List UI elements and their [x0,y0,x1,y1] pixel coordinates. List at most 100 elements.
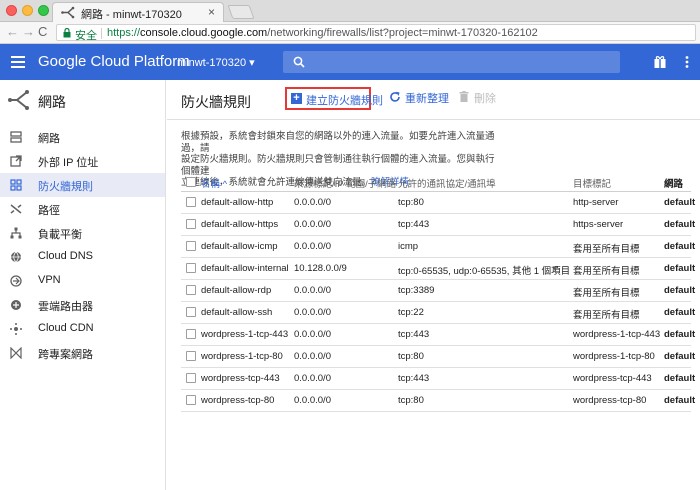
rule-network[interactable]: default [664,351,695,362]
table-row[interactable]: default-allow-ssh 0.0.0.0/0 tcp:22 套用至所有目標 d… [181,302,695,324]
rule-name[interactable]: wordpress-1-tcp-80 [201,351,283,362]
row-checkbox[interactable] [186,329,196,339]
back-icon[interactable]: ← [6,25,19,39]
close-tab-icon[interactable]: × [208,5,215,19]
rule-name[interactable]: wordpress-1-tcp-443 [201,329,288,340]
rule-target: wordpress-tcp-443 [573,373,652,384]
rule-name[interactable]: default-allow-internal [201,263,289,274]
sidebar-item-label: 路徑 [38,205,60,217]
rule-network[interactable]: default [664,329,695,340]
load-balancing-icon [10,227,22,239]
gift-icon[interactable] [653,55,667,69]
sidebar-item-cloud-router[interactable]: 雲端路由器 [0,293,165,317]
table-row[interactable]: wordpress-1-tcp-443 0.0.0.0/0 tcp:443 wordp… [181,324,695,346]
table-row[interactable]: default-allow-internal 10.128.0.0/9 tcp:0-… [181,258,695,280]
row-checkbox[interactable] [186,351,196,361]
rule-network[interactable]: default [664,241,695,252]
sidebar-item-vpn[interactable]: VPN [0,269,165,293]
table-row[interactable]: wordpress-tcp-80 0.0.0.0/0 tcp:80 wordpress… [181,390,695,412]
project-selector[interactable]: minwt-170320 ▾ [177,56,255,69]
rule-name[interactable]: default-allow-https [201,219,278,230]
maximize-window-button[interactable] [38,5,49,16]
sidebar-item-networks[interactable]: 網路 [0,125,165,149]
secure-label: 安全 [75,30,97,42]
sidebar-item-external-ip[interactable]: 外部 IP 位址 [0,149,165,173]
sidebar-item-cloud-cdn[interactable]: Cloud CDN [0,317,165,341]
table-row[interactable]: default-allow-https 0.0.0.0/0 tcp:443 https… [181,214,695,236]
sidebar-item-cloud-dns[interactable]: Cloud DNS [0,245,165,269]
row-checkbox[interactable] [186,307,196,317]
tab-title: 網路 - minwt-170320 [81,9,182,21]
rule-source: 0.0.0.0/0 [294,197,331,208]
row-checkbox[interactable] [186,395,196,405]
rule-target: 套用至所有目標 [573,244,640,255]
create-firewall-rule-label: 建立防火牆規則 [306,95,383,107]
forward-icon[interactable]: → [22,25,35,39]
sidebar-item-label: 雲端路由器 [38,301,93,313]
row-checkbox[interactable] [186,285,196,295]
new-tab-button[interactable] [227,5,255,19]
close-window-button[interactable] [6,5,17,16]
table-row[interactable]: wordpress-1-tcp-80 0.0.0.0/0 tcp:80 wordpre… [181,346,695,368]
table-row[interactable]: default-allow-rdp 0.0.0.0/0 tcp:3389 套用至所有目… [181,280,695,302]
rule-target: http-server [573,197,619,208]
sidebar-item-firewall[interactable]: 防火牆規則 [0,173,165,197]
row-checkbox[interactable] [186,219,196,229]
search-input[interactable] [283,51,620,73]
row-checkbox[interactable] [186,241,196,251]
lock-icon [63,28,71,38]
sidebar-item-label: 負載平衡 [38,229,82,241]
column-header-network: 網路 [664,179,684,190]
select-all-checkbox[interactable] [186,177,196,187]
refresh-label: 重新整理 [405,93,449,105]
rule-name[interactable]: wordpress-tcp-443 [201,373,280,384]
minimize-window-button[interactable] [22,5,33,16]
reload-icon[interactable]: C [38,25,47,39]
rule-network[interactable]: default [664,263,695,274]
url-text: https://console.cloud.google.com/network… [107,27,538,39]
more-vert-icon[interactable] [680,55,694,69]
rule-network[interactable]: default [664,219,695,230]
cdn-icon [10,323,22,335]
sidebar-item-routes[interactable]: 路徑 [0,197,165,221]
rule-name[interactable]: default-allow-ssh [201,307,272,318]
table-row[interactable]: default-allow-http 0.0.0.0/0 tcp:80 http-se… [181,192,695,214]
row-checkbox[interactable] [186,373,196,383]
menu-icon[interactable] [11,56,25,68]
rule-network[interactable]: default [664,285,695,296]
table-row[interactable]: default-allow-icmp 0.0.0.0/0 icmp 套用至所有目標 de… [181,236,695,258]
url-input[interactable]: 安全 https://console.cloud.google.com/netw… [56,24,696,42]
refresh-icon [390,91,400,102]
create-firewall-rule-button[interactable]: + 建立防火牆規則 [285,87,383,110]
expand-dropdown-icon[interactable]: ▼ [551,264,559,273]
rule-source: 10.128.0.0/9 [294,263,347,274]
table-row[interactable]: wordpress-tcp-443 0.0.0.0/0 tcp:443 wordpre… [181,368,695,390]
external-ip-icon [10,155,22,167]
page-toolbar: 防火牆規則 + 建立防火牆規則 重新整理 刪除 [167,80,700,120]
rule-network[interactable]: default [664,307,695,318]
brand-title[interactable]: Google Cloud Platform [38,53,190,70]
rule-name[interactable]: default-allow-icmp [201,241,278,252]
row-checkbox[interactable] [186,197,196,207]
network-icon [8,90,29,110]
row-checkbox[interactable] [186,263,196,273]
rule-protocol: tcp:443 [398,329,430,340]
rule-name[interactable]: default-allow-http [201,197,273,208]
rule-network[interactable]: default [664,395,695,406]
url-separator [101,28,102,39]
sidebar-item-xpn[interactable]: 跨專案網路 [0,341,165,365]
xpn-icon [10,347,22,359]
rule-source: 0.0.0.0/0 [294,351,331,362]
sidebar-item-load-balancing[interactable]: 負載平衡 [0,221,165,245]
firewall-icon [10,179,22,191]
rule-source: 0.0.0.0/0 [294,395,331,406]
rule-network[interactable]: default [664,373,695,384]
network-list-icon [10,131,22,143]
dns-icon [11,251,21,263]
rule-name[interactable]: default-allow-rdp [201,285,271,296]
rule-network[interactable]: default [664,197,695,208]
rule-name[interactable]: wordpress-tcp-80 [201,395,274,406]
column-header-name[interactable]: 名稱 ^ [201,176,227,190]
rule-protocol: tcp:0-65535, udp:0-65535, 其他 1 個項目 [398,266,571,277]
browser-tab[interactable]: 網路 - minwt-170320 × [52,2,224,22]
